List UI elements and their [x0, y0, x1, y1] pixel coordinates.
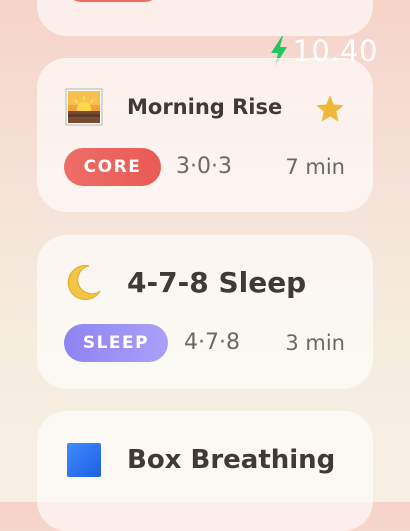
category-badge: [67, 0, 159, 2]
exercise-card-morning-rise[interactable]: Morning Rise CORE 3·0·3 7 min: [37, 58, 373, 212]
duration-label: 7 min: [285, 155, 345, 179]
exercise-title: Box Breathing: [127, 445, 336, 475]
exercise-title: Morning Rise: [127, 95, 283, 119]
exercise-card-sleep[interactable]: 4-7-8 Sleep SLEEP 4·7·8 3 min: [37, 235, 373, 389]
exercise-title: 4-7-8 Sleep: [127, 265, 307, 299]
blue-square-icon: [65, 441, 103, 479]
crescent-moon-icon: [65, 263, 103, 301]
breath-pattern: 3·0·3: [176, 154, 232, 179]
category-badge: CORE: [64, 148, 161, 186]
breath-pattern: 4·7·8: [184, 330, 240, 355]
exercise-card-previous[interactable]: [37, 0, 373, 36]
favorite-star-icon[interactable]: [315, 94, 345, 127]
exercise-card-box-breathing[interactable]: Box Breathing: [37, 411, 373, 531]
duration-label: 3 min: [285, 331, 345, 355]
category-badge: SLEEP: [64, 324, 168, 362]
sunrise-icon: [65, 88, 103, 126]
